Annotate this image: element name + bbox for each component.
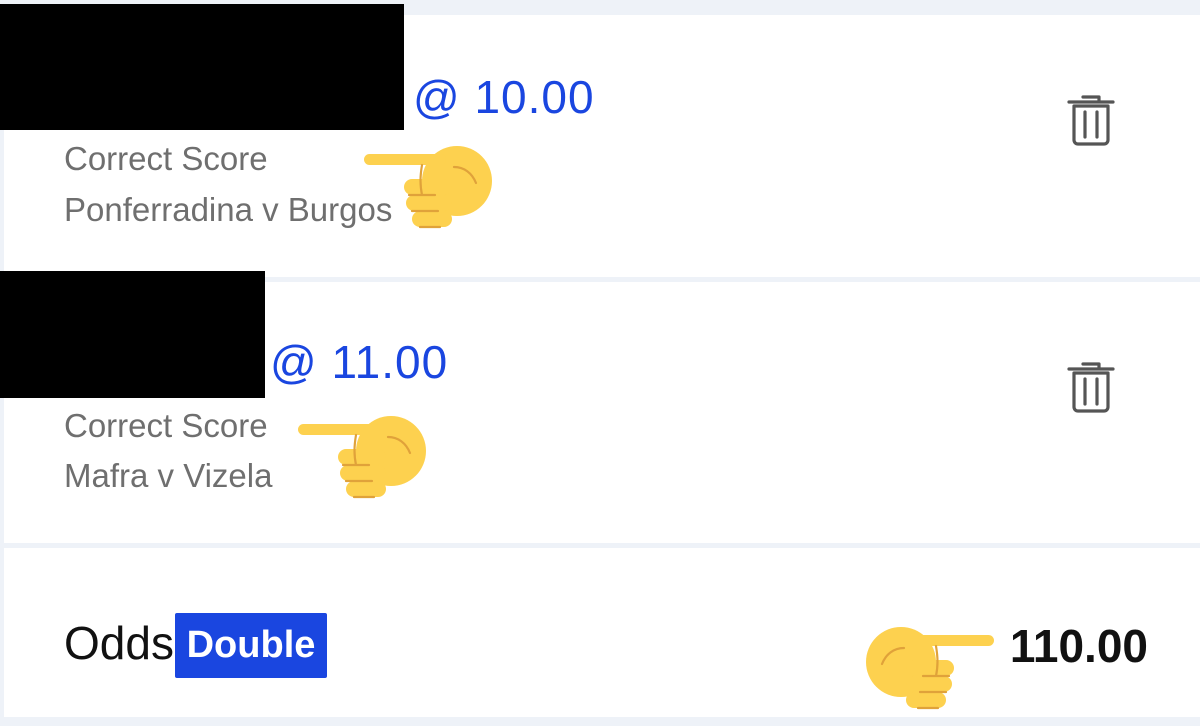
bet-type-badge: Double (175, 613, 327, 678)
bet-slip-item: @ 10.00 Correct Score Ponferradina v Bur… (0, 4, 1200, 277)
selection-odds: @ 11.00 (270, 336, 449, 388)
event-name: Mafra v Vizela (64, 457, 273, 494)
trash-icon[interactable] (1066, 92, 1116, 146)
redacted-selection (0, 271, 265, 398)
odds-summary: Odds Double 110.00 (4, 548, 1200, 717)
pointing-hand-emoji (364, 146, 492, 229)
bet-slip-item: @ 11.00 Correct Score Mafra v Vizela (0, 271, 1200, 543)
market-name: Correct Score (64, 140, 268, 177)
trash-icon[interactable] (1066, 359, 1116, 413)
odds-label: Odds (64, 617, 174, 669)
redacted-selection (0, 4, 404, 130)
selection-odds: @ 10.00 (413, 71, 595, 123)
total-odds: 110.00 (1009, 620, 1148, 672)
market-name: Correct Score (64, 407, 268, 444)
event-name: Ponferradina v Burgos (64, 191, 393, 228)
pointing-hand-emoji (866, 627, 994, 710)
pointing-hand-emoji (298, 416, 426, 499)
